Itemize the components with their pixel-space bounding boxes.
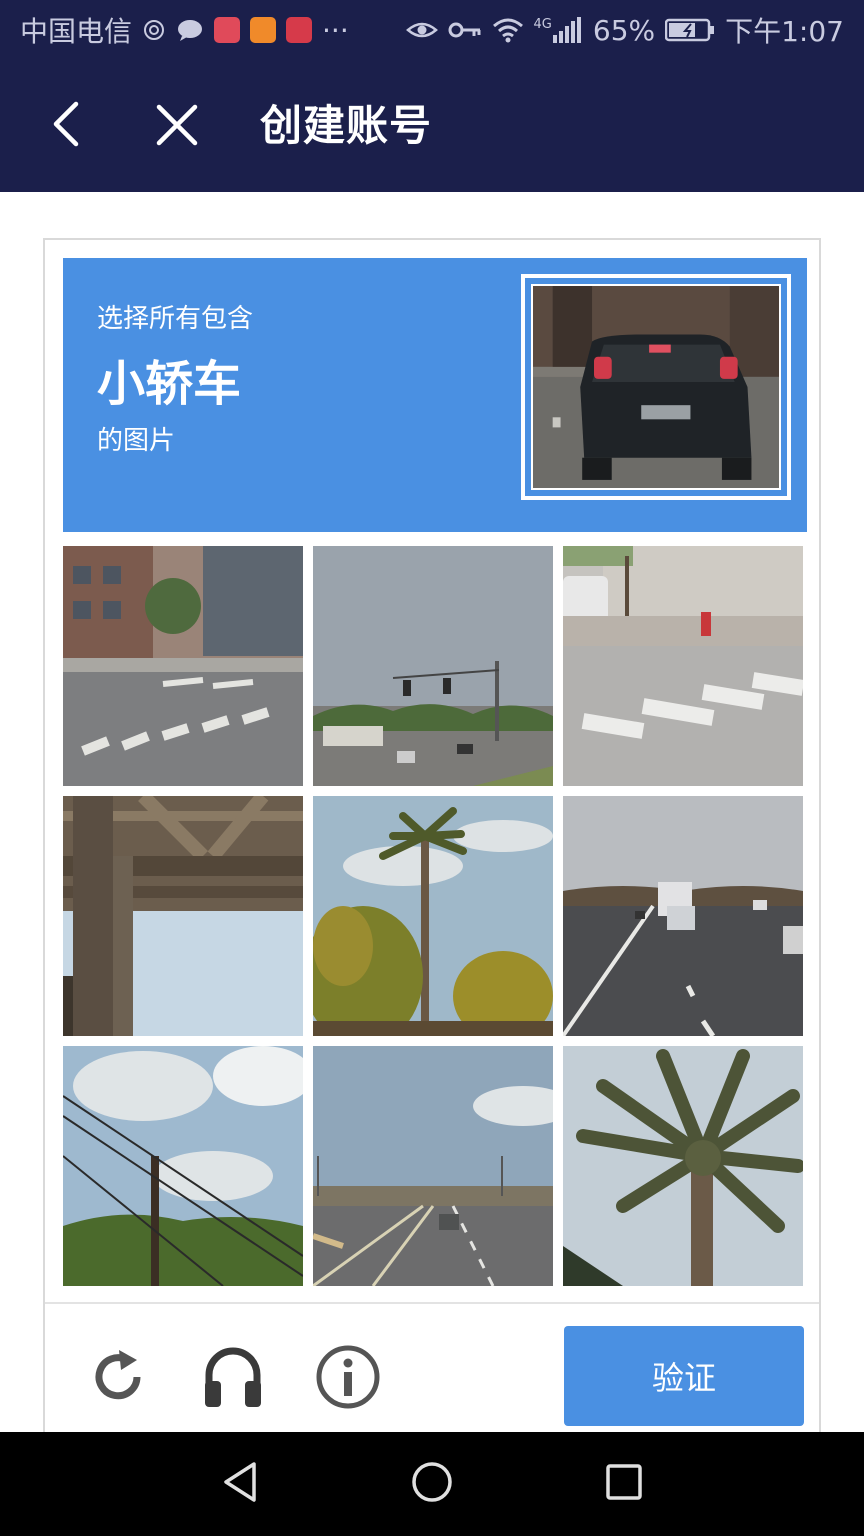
image-tile[interactable] [63, 546, 303, 786]
clock: 下午1:07 [725, 15, 844, 48]
eye-icon [405, 18, 438, 42]
battery-icon [665, 18, 715, 42]
hotspot-icon [142, 18, 166, 42]
captcha-challenge: 选择所有包含 小轿车 的图片 验证 [43, 238, 821, 1448]
nav-home-button[interactable] [402, 1454, 462, 1514]
image-tile[interactable] [313, 546, 553, 786]
reload-button[interactable] [83, 1344, 153, 1414]
info-icon [315, 1344, 381, 1414]
footer-divider [45, 1302, 819, 1304]
highway-truck-picture [563, 796, 803, 1036]
audio-challenge-button[interactable] [198, 1344, 268, 1414]
image-tile[interactable] [313, 796, 553, 1036]
prompt-object: 小轿车 [97, 356, 242, 412]
app-bar: 创建账号 [0, 60, 864, 192]
image-tile[interactable] [63, 796, 303, 1036]
network-type: 4G [533, 17, 552, 32]
headphones-icon [201, 1345, 265, 1413]
square-recents-icon [604, 1462, 644, 1506]
road-car-picture [313, 1046, 553, 1286]
navigation-bar [0, 1432, 864, 1536]
image-tile[interactable] [563, 1046, 803, 1286]
carrier-label: 中国电信 [20, 15, 133, 48]
help-button[interactable] [313, 1344, 383, 1414]
image-tile[interactable] [563, 546, 803, 786]
palm-closeup-picture [563, 1046, 803, 1286]
crosswalk-picture [563, 546, 803, 786]
key-icon [448, 20, 482, 40]
circle-home-icon [410, 1460, 454, 1508]
bridge-underside-picture [63, 796, 303, 1036]
shop-app-icon [286, 17, 313, 43]
refresh-icon [89, 1348, 147, 1410]
image-tile[interactable] [63, 1046, 303, 1286]
nav-back-button[interactable] [210, 1454, 270, 1514]
chevron-left-icon [50, 100, 82, 152]
chat-icon [176, 18, 204, 42]
car-sample-picture [533, 286, 779, 488]
back-button[interactable] [36, 96, 96, 156]
palm-tree-picture [313, 796, 553, 1036]
image-tile[interactable] [563, 796, 803, 1036]
video-app-icon [250, 17, 277, 43]
street-corner-picture [63, 546, 303, 786]
more-notifications: ··· [322, 13, 349, 47]
triangle-back-icon [220, 1460, 260, 1508]
battery-percent: 65% [592, 13, 656, 47]
nav-recents-button[interactable] [594, 1454, 654, 1514]
close-icon [155, 103, 199, 151]
verify-button[interactable]: 验证 [564, 1326, 804, 1426]
status-bar: 中国电信 ··· 4G 65% 下午1:07 [0, 0, 864, 60]
sample-image [521, 274, 791, 500]
image-tile[interactable] [313, 1046, 553, 1286]
signal-icon: 4G [534, 17, 583, 43]
wifi-icon [492, 17, 524, 43]
prompt-suffix: 的图片 [97, 426, 176, 456]
page-title: 创建账号 [260, 101, 433, 150]
challenge-header: 选择所有包含 小轿车 的图片 [63, 258, 807, 532]
close-button[interactable] [146, 96, 208, 158]
prompt-prefix: 选择所有包含 [97, 304, 254, 334]
power-lines-picture [63, 1046, 303, 1286]
book-app-icon [214, 17, 241, 43]
traffic-lights-picture [313, 546, 553, 786]
